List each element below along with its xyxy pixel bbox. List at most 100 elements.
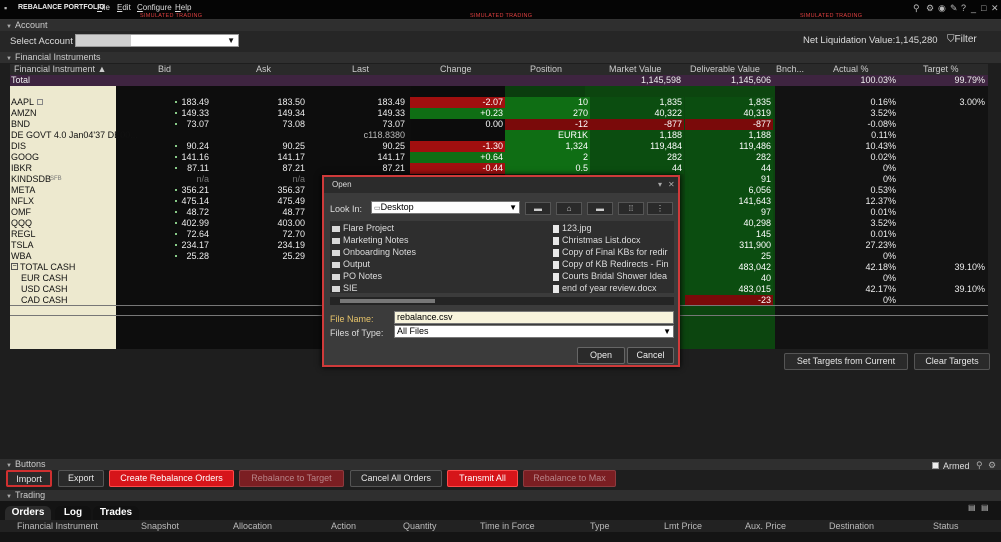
collapse-triangle-icon[interactable]: ▼ [6,463,12,469]
col-deliverable-value[interactable]: Deliverable Value [690,64,760,75]
collapse-triangle-icon[interactable]: ▼ [6,56,12,62]
files-of-type-select[interactable]: All Files ▼ [394,325,674,338]
instruments-section-header[interactable]: ▼ Financial Instruments [0,52,1001,63]
col-bid[interactable]: Bid [158,64,171,75]
orders-col-aux-price[interactable]: Aux. Price [745,521,786,531]
import-button[interactable]: Import [6,470,52,487]
file-item[interactable]: Christmas List.docx [553,234,641,246]
folder-item[interactable]: Marketing Notes [332,234,409,246]
question-icon[interactable]: ? [961,3,966,13]
file-item[interactable]: end of year review.docx [553,282,657,294]
file-item[interactable]: Copy of Final KBs for redir [553,246,668,258]
cancel-all-orders-button[interactable]: Cancel All Orders [350,470,442,487]
orders-col-time-in-force[interactable]: Time in Force [480,521,535,531]
menu-file[interactable]: File [97,3,110,12]
close-icon[interactable]: ✕ [991,3,999,14]
file-name-input[interactable]: rebalance.csv [394,311,674,324]
rebalance-to-max-button[interactable]: Rebalance to Max [523,470,616,487]
orders-col-snapshot[interactable]: Snapshot [141,521,179,531]
rebalance-to-target-button[interactable]: Rebalance to Target [239,470,344,487]
file-list-scrollbar[interactable] [330,297,674,305]
transmit-all-button[interactable]: Transmit All [447,470,518,487]
orders-col-action[interactable]: Action [331,521,356,531]
col-change[interactable]: Change [440,64,472,75]
col-benchmark[interactable]: Bnch... [776,64,804,75]
orders-col-quantity[interactable]: Quantity [403,521,437,531]
collapse-triangle-icon[interactable]: ▼ [6,24,12,30]
set-targets-button[interactable]: Set Targets from Current [784,353,908,370]
orders-col-allocation[interactable]: Allocation [233,521,272,531]
trading-section-header[interactable]: ▼ Trading [0,490,1001,501]
cell-change: -1.30 [482,141,503,151]
orders-col-instrument[interactable]: Financial Instrument [17,521,98,531]
look-in-select[interactable]: ▭Desktop ▼ [371,201,520,214]
pin-icon[interactable]: ✎ [950,3,958,14]
open-button[interactable]: Open [577,347,625,364]
col-financial-instrument[interactable]: Financial Instrument ▲ [14,64,106,75]
link-icon[interactable]: ◉ [938,3,946,14]
col-last[interactable]: Last [352,64,369,75]
tab-orders[interactable]: Orders [5,506,51,520]
search-icon[interactable]: ⚲ [913,3,920,14]
gear-icon[interactable]: ⚙ [926,3,934,14]
folder-item[interactable]: SIE [332,282,358,294]
cell-bid: 141.16 [181,152,209,162]
export-orders-icon[interactable]: ▤ [968,503,976,512]
folder-item[interactable]: Output [332,258,370,270]
total-actual: 100.03% [860,75,896,85]
collapse-triangle-icon[interactable]: ▼ [6,494,12,500]
folder-item[interactable]: PO Notes [332,270,382,282]
dialog-close-icon[interactable]: ✕ [668,177,675,193]
col-actual-pct[interactable]: Actual % [833,64,869,75]
dialog-menu-icon[interactable]: ▾ [658,177,662,193]
list-view-icon[interactable]: ⁞⁞ [618,202,644,215]
home-icon[interactable]: ⌂ [556,202,582,215]
file-item[interactable]: 123.jpg [553,222,592,234]
zoom-icon[interactable]: ⚲ [976,460,983,471]
col-ask[interactable]: Ask [256,64,271,75]
minimize-icon[interactable]: _ [971,3,976,13]
orders-col-destination[interactable]: Destination [829,521,874,531]
select-account-dropdown[interactable]: ▼ [75,34,239,47]
cell-mv: 282 [666,152,682,162]
instrument-name: QQQ [11,218,33,228]
cell-ask: 25.29 [282,251,305,261]
lock-icon[interactable]: ⚙ [988,460,996,471]
folder-item[interactable]: Flare Project [332,222,394,234]
instrument-name: IBKR [11,163,33,173]
settings-orders-icon[interactable]: ▤ [981,503,989,512]
up-folder-icon[interactable]: ▬ [525,202,551,215]
buttons-section-header[interactable]: ▼ Buttons [0,459,1001,470]
menu-configure[interactable]: Configure [137,3,172,12]
armed-checkbox[interactable] [932,462,939,469]
file-icon [553,260,559,269]
details-view-icon[interactable]: ⋮ [647,202,673,215]
orders-col-lmt-price[interactable]: Lmt Price [664,521,702,531]
col-market-value[interactable]: Market Value [609,64,661,75]
new-folder-icon[interactable]: ▬ [587,202,613,215]
col-target-pct[interactable]: Target % [923,64,959,75]
instrument-name: BND [11,119,31,129]
orders-col-type[interactable]: Type [590,521,610,531]
file-item[interactable]: Copy of KB Redirects - Fin [553,258,669,270]
file-item[interactable]: Courts Bridal Shower Idea [553,270,667,282]
tab-log[interactable]: Log [55,506,91,520]
folder-icon [332,261,340,268]
menu-edit[interactable]: Edit [117,3,131,12]
account-section-header[interactable]: ▼ Account [0,20,1001,31]
menu-help[interactable]: Help [175,3,191,12]
create-rebalance-orders-button[interactable]: Create Rebalance Orders [109,470,234,487]
tab-trades[interactable]: Trades [93,506,139,520]
folder-item[interactable]: Onboarding Notes [332,246,416,258]
expand-icon[interactable]: − [11,263,18,270]
col-position[interactable]: Position [530,64,562,75]
orders-col-status[interactable]: Status [933,521,959,531]
scrollbar-thumb[interactable] [340,299,435,303]
maximize-icon[interactable]: □ [981,3,986,13]
cancel-button[interactable]: Cancel [627,347,674,364]
cell-bid: 25.28 [186,251,209,261]
filter-button[interactable]: ⛉Filter [947,34,977,45]
clear-targets-button[interactable]: Clear Targets [914,353,990,370]
export-button[interactable]: Export [58,470,104,487]
total-label: Total [11,75,31,85]
